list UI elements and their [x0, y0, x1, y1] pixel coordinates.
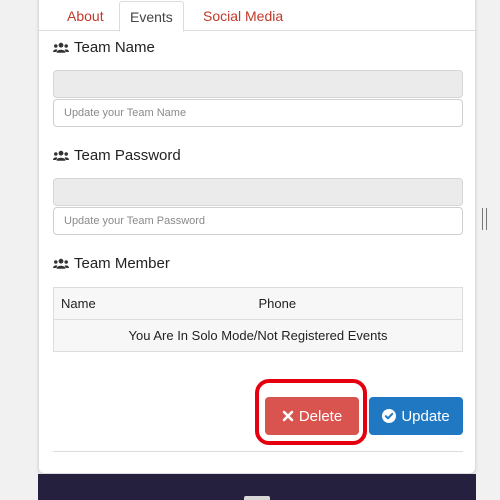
tab-about[interactable]: About — [57, 1, 114, 31]
team-name-input[interactable] — [53, 99, 463, 127]
team-password-current — [53, 178, 463, 206]
team-member-table: Name Phone You Are In Solo Mode/Not Regi… — [53, 287, 463, 352]
team-name-current — [53, 70, 463, 98]
tab-bar: About Events Social Media — [39, 0, 475, 32]
resize-handle[interactable] — [482, 208, 487, 230]
empty-table-message: You Are In Solo Mode/Not Registered Even… — [53, 319, 463, 352]
team-password-input[interactable] — [53, 207, 463, 235]
delete-button-label: Delete — [298, 407, 343, 425]
team-name-label: Team Name — [74, 39, 155, 56]
team-name-heading: Team Name — [53, 39, 155, 56]
team-panel: About Events Social Media Team Name Team… — [38, 0, 476, 474]
tab-social-media[interactable]: Social Media — [193, 1, 293, 31]
team-member-heading: Team Member — [53, 255, 170, 272]
table-header-row: Name Phone — [53, 287, 463, 320]
users-icon — [53, 258, 69, 269]
users-icon — [53, 42, 69, 53]
footer-handle — [244, 496, 270, 500]
update-button-label: Update — [401, 407, 450, 425]
team-password-heading: Team Password — [53, 147, 181, 164]
team-member-label: Team Member — [74, 255, 170, 272]
team-password-label: Team Password — [74, 147, 181, 164]
table-row: You Are In Solo Mode/Not Registered Even… — [53, 319, 463, 352]
users-icon — [53, 150, 69, 161]
tab-events[interactable]: Events — [119, 1, 184, 32]
check-circle-icon — [382, 409, 397, 423]
times-icon — [282, 410, 294, 422]
divider — [53, 451, 463, 452]
delete-button[interactable]: Delete — [265, 397, 359, 435]
update-button[interactable]: Update — [369, 397, 463, 435]
column-header-phone: Phone — [251, 287, 463, 320]
column-header-name: Name — [53, 287, 252, 320]
